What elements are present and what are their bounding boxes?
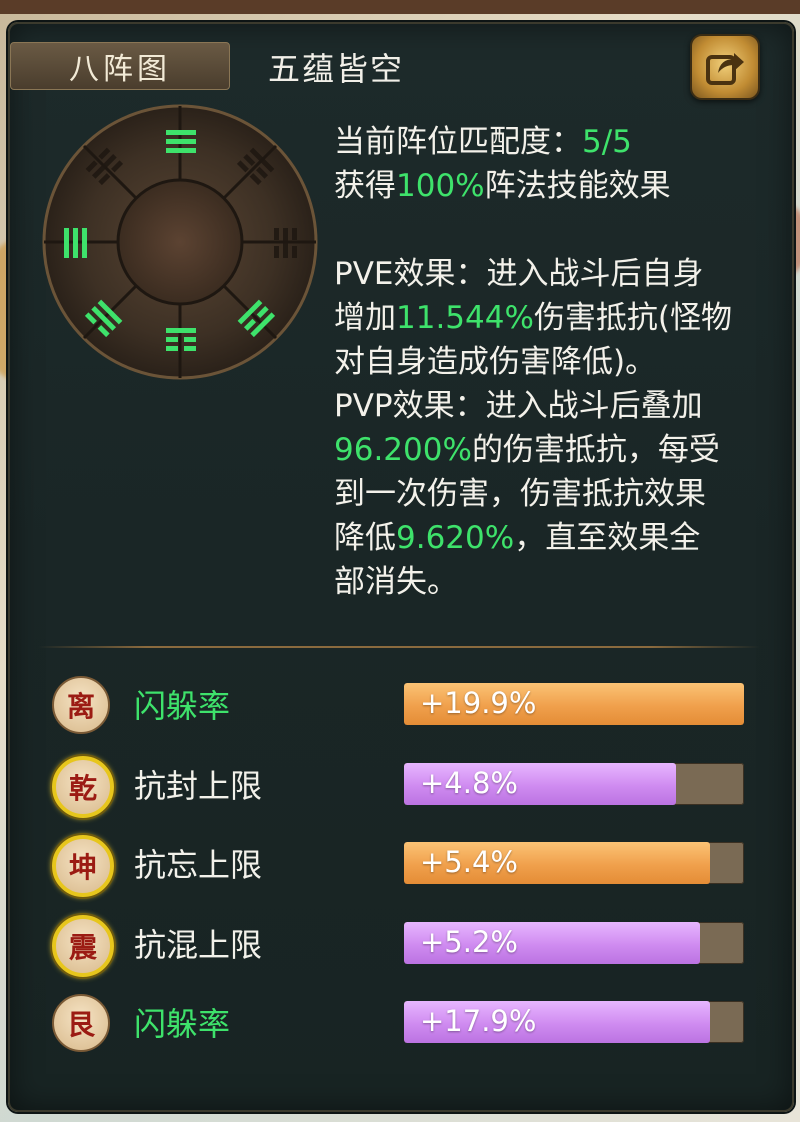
pvp-line-5: 部消失。	[334, 564, 458, 600]
attribute-row: 坤 抗忘上限 +5.4%	[46, 832, 756, 897]
attribute-bar: +4.8%	[404, 763, 744, 805]
pve-line-3: 对自身造成伤害降低)。	[334, 344, 657, 380]
background-strip	[0, 0, 800, 14]
pve-line-1: PVE效果：进入战斗后自身	[334, 256, 704, 292]
pvp-line-3: 到一次伤害，伤害抵抗效果	[334, 476, 706, 512]
attribute-value: +19.9%	[420, 686, 537, 720]
attribute-value: +17.9%	[420, 1004, 537, 1038]
pvp-value: 96.200%	[334, 432, 472, 468]
trigram-top-icon	[166, 130, 196, 153]
attribute-bar: +19.9%	[404, 683, 744, 725]
tab-bazhentu[interactable]: 八阵图	[10, 42, 230, 90]
trigram-left-icon	[64, 228, 87, 258]
attribute-name: 抗混上限	[134, 926, 263, 964]
attribute-name: 抗封上限	[134, 767, 263, 805]
attribute-bar: +5.4%	[404, 842, 744, 884]
trigram-badge: 艮	[52, 994, 110, 1052]
trigram-badge: 离	[52, 676, 110, 734]
trigram-badge: 坤	[52, 835, 114, 897]
pvp-line-4: 降低9.620%，直至效果全	[334, 520, 701, 556]
pve-value: 11.544%	[396, 300, 534, 336]
attribute-value: +5.2%	[420, 925, 518, 959]
attribute-row: 震 抗混上限 +5.2%	[46, 912, 756, 977]
gain-value: 100%	[396, 168, 485, 204]
pvp-line-2: 96.200%的伤害抵抗，每受	[334, 432, 720, 468]
trigram-badge: 震	[52, 915, 114, 977]
share-arrow-icon	[706, 53, 744, 85]
attribute-name: 闪躲率	[134, 687, 231, 725]
attribute-bar: +5.2%	[404, 922, 744, 964]
match-line: 当前阵位匹配度：5/5	[334, 120, 774, 164]
attribute-row: 离 闪躲率 +19.9%	[46, 673, 756, 734]
pve-line-2: 增加11.544%伤害抵抗(怪物	[334, 300, 733, 336]
trigram-badge: 乾	[52, 756, 114, 818]
bagua-wheel-icon	[42, 104, 318, 380]
attribute-bar: +17.9%	[404, 1001, 744, 1043]
formation-description: 当前阵位匹配度：5/5 获得100%阵法技能效果 PVE效果：进入战斗后自身 增…	[334, 120, 774, 604]
match-label: 当前阵位匹配度：	[334, 124, 582, 160]
attribute-name: 闪躲率	[134, 1005, 231, 1043]
divider	[38, 646, 760, 648]
attribute-value: +4.8%	[420, 766, 518, 800]
match-value: 5/5	[582, 124, 632, 160]
attribute-row: 乾 抗封上限 +4.8%	[46, 753, 756, 818]
attribute-value: +5.4%	[420, 845, 518, 879]
share-button[interactable]	[690, 34, 760, 100]
gain-line: 获得100%阵法技能效果	[334, 168, 671, 204]
attribute-row: 艮 闪躲率 +17.9%	[46, 991, 756, 1052]
formation-title: 五蕴皆空	[268, 50, 405, 88]
pvp-line-1: PVP效果：进入战斗后叠加	[334, 388, 703, 424]
pvp-decay-value: 9.620%	[396, 520, 515, 556]
attribute-name: 抗忘上限	[134, 846, 263, 884]
